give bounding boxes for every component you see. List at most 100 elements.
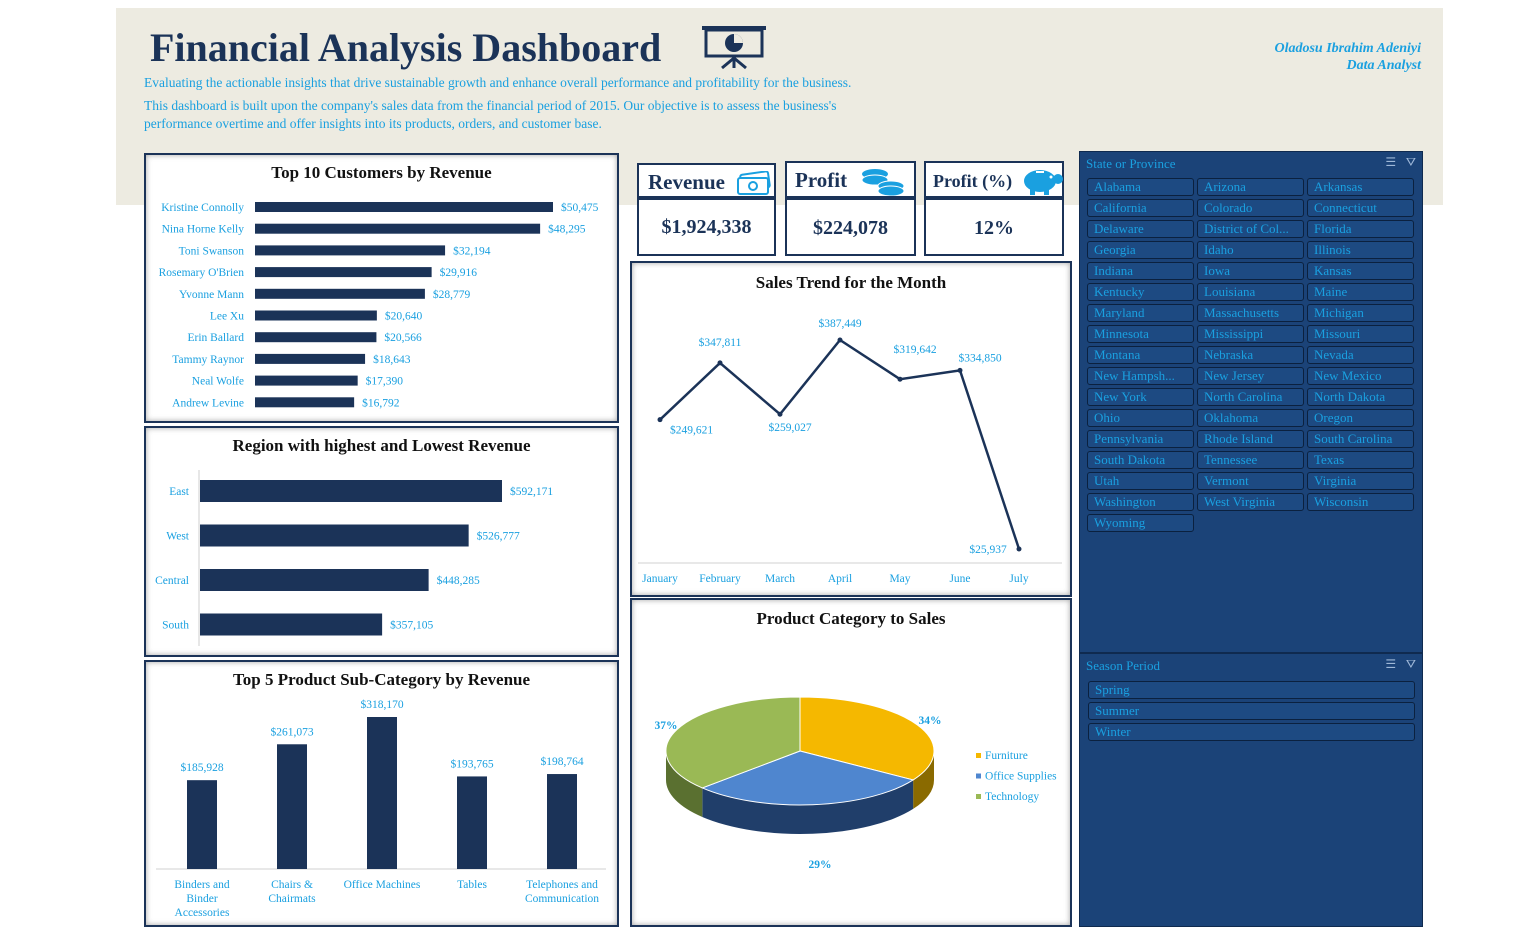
subcategory-bar	[547, 774, 577, 869]
sales-trend-chart: $249,621 January $347,811 February $259,027 M…	[638, 317, 1062, 585]
trend-point	[897, 376, 903, 382]
state-option[interactable]: North Dakota	[1307, 388, 1414, 406]
author-role: Data Analyst	[1346, 58, 1421, 73]
state-option[interactable]: Pennsylvania	[1087, 430, 1194, 448]
customer-value-label: $20,640	[385, 310, 423, 323]
state-option[interactable]: Missouri	[1307, 325, 1414, 343]
subcategory-panel[interactable]: Top 5 Product Sub-Category by Revenue $1…	[144, 660, 619, 927]
legend-label: Furniture	[985, 750, 1028, 762]
state-option[interactable]: Alabama	[1087, 178, 1194, 196]
subcategory-value-label: $185,928	[180, 761, 223, 774]
kpi-revenue-header: Revenue	[637, 163, 776, 198]
state-option[interactable]: Nevada	[1307, 346, 1414, 364]
state-option[interactable]: Michigan	[1307, 304, 1414, 322]
state-option[interactable]: Wyoming	[1087, 514, 1194, 532]
season-slicer[interactable]: Season Period ☰ ⛛ Spring Summer Winter	[1079, 653, 1423, 927]
state-option[interactable]: New Mexico	[1307, 367, 1414, 385]
customer-name: Kristine Connolly	[161, 202, 244, 214]
state-option[interactable]: Ohio	[1087, 409, 1194, 427]
state-option[interactable]: New Hampsh...	[1087, 367, 1194, 385]
state-option[interactable]: Nebraska	[1197, 346, 1304, 364]
clear-filter-icon[interactable]: ⛛	[1406, 155, 1416, 169]
region-value-label: $357,105	[390, 619, 433, 632]
state-option[interactable]: District of Col...	[1197, 220, 1304, 238]
state-option[interactable]: Indiana	[1087, 262, 1194, 280]
state-slicer[interactable]: State or Province ☰ ⛛ Alabama Arizona Arka…	[1079, 151, 1423, 653]
state-option[interactable]: New York	[1087, 388, 1194, 406]
state-option[interactable]: Oklahoma	[1197, 409, 1304, 427]
subcategory-value-label: $198,764	[540, 755, 583, 768]
subcategory-category-label: Telephones and Communication	[525, 879, 599, 905]
state-option[interactable]: California	[1087, 199, 1194, 217]
customer-name: Andrew Levine	[172, 397, 244, 409]
customer-name: Yvonne Mann	[179, 289, 244, 301]
state-option[interactable]: Arkansas	[1307, 178, 1414, 196]
author-block: Oladosu Ibrahim Adeniyi Data Analyst	[1274, 40, 1421, 74]
kpi-profit-pct-header: Profit (%)	[924, 161, 1064, 198]
sales-trend-panel[interactable]: Sales Trend for the Month $249,621 Januar…	[630, 261, 1072, 597]
subcategory-category-label: Binders and Binder Accessories	[174, 879, 230, 919]
state-option[interactable]: Texas	[1307, 451, 1414, 469]
customer-bar	[255, 202, 553, 212]
multi-select-icon[interactable]: ☰	[1385, 155, 1396, 169]
state-option[interactable]: Massachusetts	[1197, 304, 1304, 322]
customer-bar	[255, 397, 355, 408]
state-option[interactable]: Tennessee	[1197, 451, 1304, 469]
state-option[interactable]: Kentucky	[1087, 283, 1194, 301]
state-option[interactable]: South Carolina	[1307, 430, 1414, 448]
state-option[interactable]: Florida	[1307, 220, 1414, 238]
state-option[interactable]: Washington	[1087, 493, 1194, 511]
state-option[interactable]: Louisiana	[1197, 283, 1304, 301]
trend-point	[717, 360, 723, 366]
state-option[interactable]: Montana	[1087, 346, 1194, 364]
state-option[interactable]: North Carolina	[1197, 388, 1304, 406]
state-option[interactable]: Illinois	[1307, 241, 1414, 259]
kpi-revenue-label: Revenue	[648, 170, 725, 194]
state-option[interactable]: Minnesota	[1087, 325, 1194, 343]
trend-value-label: $249,621	[670, 424, 713, 437]
state-option[interactable]: Colorado	[1197, 199, 1304, 217]
page-title: Financial Analysis Dashboard	[150, 25, 662, 70]
state-option[interactable]: Georgia	[1087, 241, 1194, 259]
kpi-profit-pct-value: 12%	[924, 198, 1064, 256]
state-option[interactable]: West Virginia	[1197, 493, 1304, 511]
state-option[interactable]: Delaware	[1087, 220, 1194, 238]
season-option[interactable]: Winter	[1088, 723, 1415, 741]
state-option[interactable]: Arizona	[1197, 178, 1304, 196]
state-option[interactable]: Vermont	[1197, 472, 1304, 490]
trend-value-label: $334,850	[958, 351, 1001, 364]
season-option[interactable]: Summer	[1088, 702, 1415, 720]
state-option[interactable]: Utah	[1087, 472, 1194, 490]
subcategory-bar	[187, 780, 217, 869]
region-panel[interactable]: Region with highest and Lowest Revenue E…	[144, 426, 619, 657]
subcategory-bar	[367, 717, 397, 869]
state-option[interactable]: Wisconsin	[1307, 493, 1414, 511]
state-option[interactable]: Maryland	[1087, 304, 1194, 322]
multi-select-icon[interactable]: ☰	[1385, 657, 1396, 671]
season-slicer-title: Season Period	[1086, 658, 1161, 673]
state-option[interactable]: Rhode Island	[1197, 430, 1304, 448]
state-option[interactable]: Mississippi	[1197, 325, 1304, 343]
season-option[interactable]: Spring	[1088, 681, 1415, 699]
trend-value-label: $25,937	[969, 543, 1007, 556]
product-category-panel[interactable]: Product Category to Sales 34% 29% 37% Furni…	[630, 598, 1072, 927]
state-option[interactable]: Virginia	[1307, 472, 1414, 490]
pie-percent-label: 37%	[655, 720, 678, 732]
state-option[interactable]: Kansas	[1307, 262, 1414, 280]
state-option[interactable]: Idaho	[1197, 241, 1304, 259]
state-option[interactable]: Iowa	[1197, 262, 1304, 280]
state-option[interactable]: Maine	[1307, 283, 1414, 301]
subcategory-value-label: $193,765	[450, 757, 493, 770]
state-option[interactable]: New Jersey	[1197, 367, 1304, 385]
state-option[interactable]: South Dakota	[1087, 451, 1194, 469]
trend-value-label: $259,027	[768, 421, 811, 434]
customer-name: Lee Xu	[210, 311, 244, 323]
state-option[interactable]: Connecticut	[1307, 199, 1414, 217]
trend-month-label: March	[765, 573, 795, 585]
top-customers-panel[interactable]: Top 10 Customers by Revenue Kristine Con…	[144, 153, 619, 423]
clear-filter-icon[interactable]: ⛛	[1406, 657, 1416, 671]
customer-value-label: $32,194	[453, 244, 491, 257]
state-option[interactable]: Oregon	[1307, 409, 1414, 427]
trend-month-label: January	[642, 573, 678, 585]
region-name: East	[169, 486, 190, 498]
